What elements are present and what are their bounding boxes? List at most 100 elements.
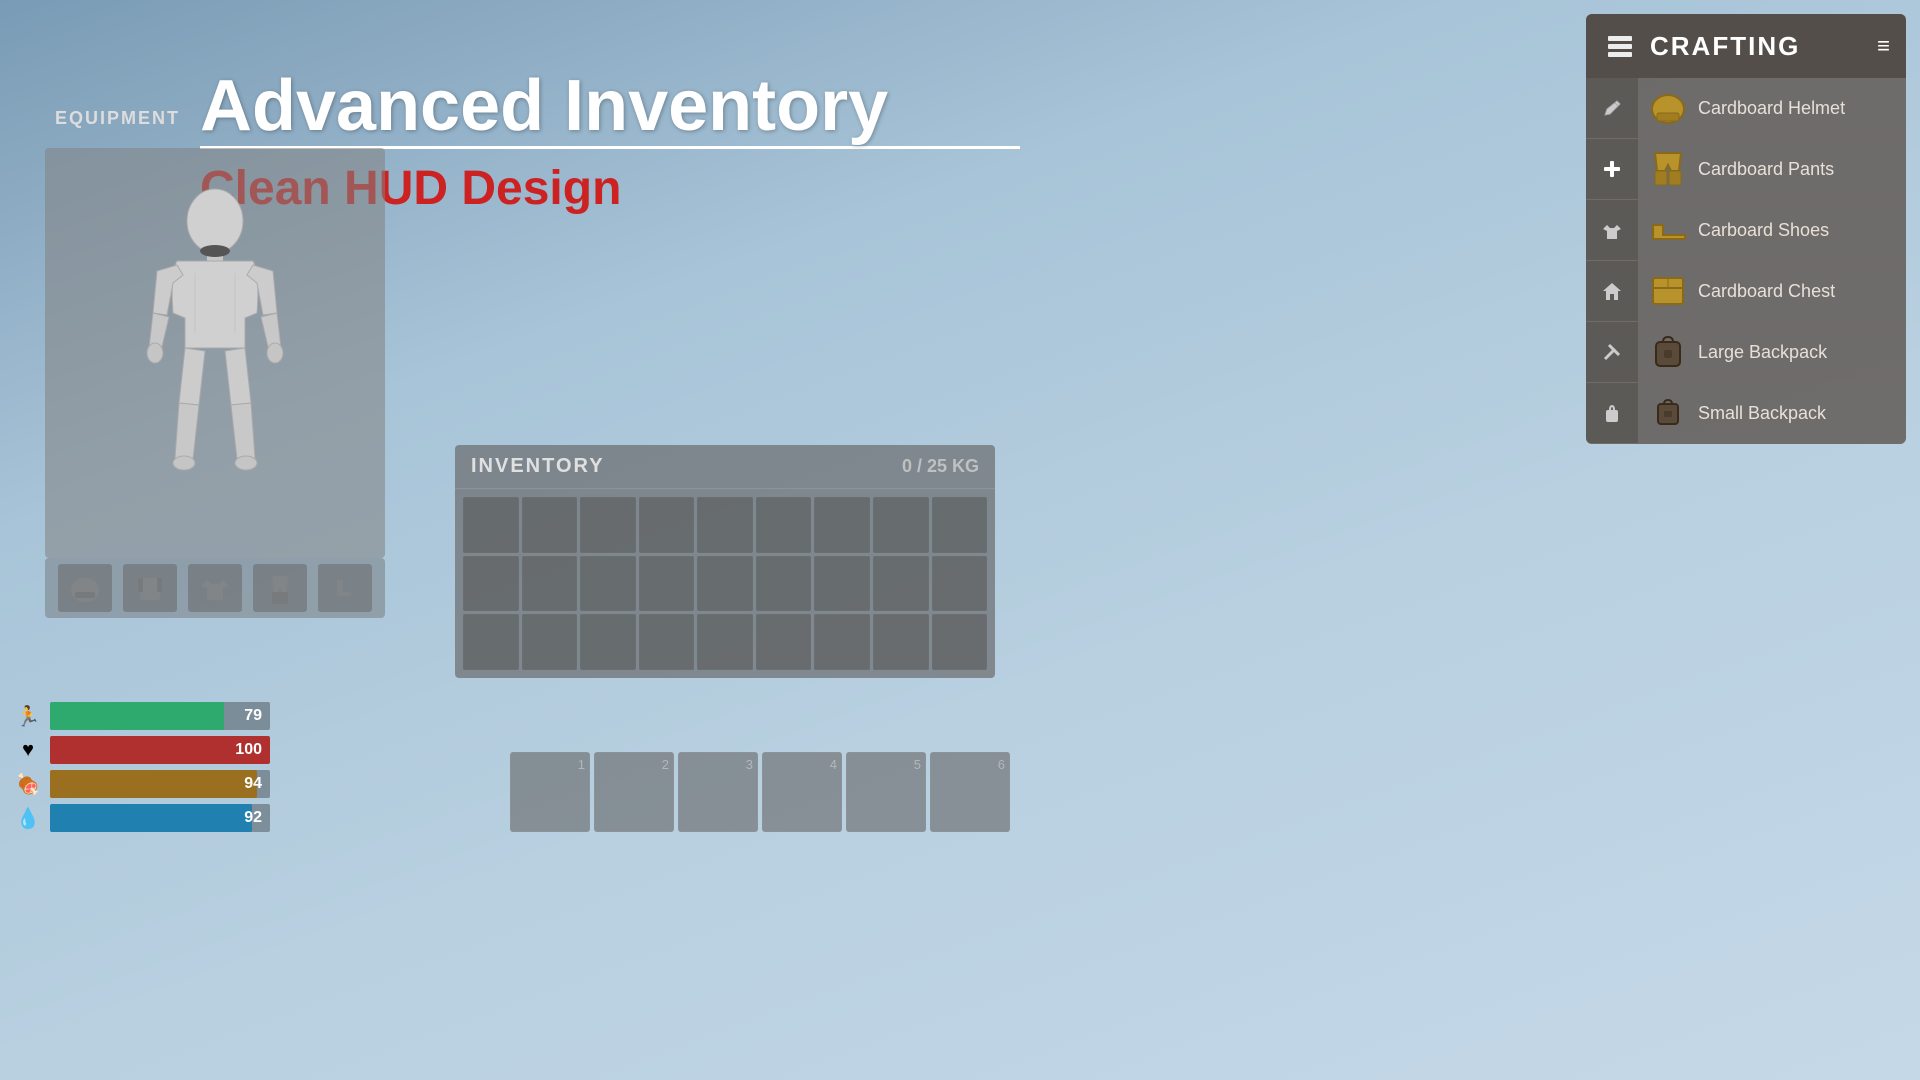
crafting-header-left: CRAFTING	[1602, 28, 1800, 64]
inventory-weight: 0 / 25 KG	[902, 456, 979, 477]
inventory-cell[interactable]	[639, 556, 695, 612]
inventory-cell[interactable]	[463, 614, 519, 670]
crafting-item-shoes[interactable]: Carboard Shoes	[1586, 200, 1906, 261]
inventory-cell[interactable]	[697, 497, 753, 553]
crafting-item-name-large-backpack: Large Backpack	[1698, 342, 1827, 363]
crafting-thumb-pants	[1646, 147, 1690, 191]
hotbar-slot-4[interactable]: 4	[762, 752, 842, 832]
inventory-cell[interactable]	[522, 497, 578, 553]
inventory-cell[interactable]	[932, 556, 988, 612]
crafting-sidebar-icon-small-backpack	[1586, 383, 1638, 443]
equip-slot-head[interactable]	[58, 564, 112, 612]
equip-slot-legs[interactable]	[253, 564, 307, 612]
inventory-cell[interactable]	[814, 614, 870, 670]
stamina-fill	[50, 702, 224, 730]
crafting-layers-icon	[1602, 28, 1638, 64]
hotbar-slot-5[interactable]: 5	[846, 752, 926, 832]
hotbar-num-3: 3	[746, 757, 753, 772]
inventory-cell[interactable]	[873, 556, 929, 612]
inventory-cell[interactable]	[697, 556, 753, 612]
inventory-cell[interactable]	[639, 497, 695, 553]
inventory-cell[interactable]	[463, 497, 519, 553]
inventory-cell[interactable]	[756, 497, 812, 553]
inventory-cell[interactable]	[463, 556, 519, 612]
crafting-list: Cardboard Helmet Cardboard Pants Carboar…	[1586, 78, 1906, 444]
crafting-item-name-shoes: Carboard Shoes	[1698, 220, 1829, 241]
stamina-value: 79	[244, 707, 262, 725]
equip-slot-chest[interactable]	[123, 564, 177, 612]
crafting-sidebar-icon-large-backpack	[1586, 322, 1638, 382]
thirst-icon: 💧	[14, 804, 42, 832]
crafting-item-pants[interactable]: Cardboard Pants	[1586, 139, 1906, 200]
crafting-item-small-backpack[interactable]: Small Backpack	[1586, 383, 1906, 444]
inventory-cell[interactable]	[756, 614, 812, 670]
inventory-cell[interactable]	[639, 614, 695, 670]
hotbar-slot-6[interactable]: 6	[930, 752, 1010, 832]
crafting-item-helmet[interactable]: Cardboard Helmet	[1586, 78, 1906, 139]
crafting-menu-button[interactable]: ≡	[1877, 33, 1890, 59]
stat-row-stamina: 🏃 79	[14, 702, 270, 730]
inventory-header: INVENTORY 0 / 25 KG	[455, 445, 995, 489]
crafting-thumb-chest	[1646, 269, 1690, 313]
inventory-cell[interactable]	[873, 614, 929, 670]
inventory-cell[interactable]	[580, 614, 636, 670]
inventory-title: INVENTORY	[471, 455, 605, 478]
inventory-grid	[455, 489, 995, 678]
equip-slot-boots[interactable]	[318, 564, 372, 612]
hotbar-slot-3[interactable]: 3	[678, 752, 758, 832]
stamina-bar: 79	[50, 702, 270, 730]
character-model	[105, 183, 325, 523]
crafting-sidebar-icon-helmet	[1586, 78, 1638, 138]
hotbar-num-5: 5	[914, 757, 921, 772]
equip-slot-shirt[interactable]	[188, 564, 242, 612]
stamina-icon: 🏃	[14, 702, 42, 730]
inventory-cell[interactable]	[814, 497, 870, 553]
inventory-cell[interactable]	[522, 556, 578, 612]
hotbar-slot-2[interactable]: 2	[594, 752, 674, 832]
hunger-icon: 🍖	[14, 770, 42, 798]
inventory-cell[interactable]	[580, 556, 636, 612]
crafting-thumb-large-backpack	[1646, 330, 1690, 374]
crafting-item-name-helmet: Cardboard Helmet	[1698, 98, 1845, 119]
stat-row-thirst: 💧 92	[14, 804, 270, 832]
hotbar-num-1: 1	[578, 757, 585, 772]
hotbar-num-2: 2	[662, 757, 669, 772]
crafting-sidebar-icon-shoes	[1586, 200, 1638, 260]
health-icon: ♥	[14, 736, 42, 764]
inventory-cell[interactable]	[580, 497, 636, 553]
hunger-fill	[50, 770, 257, 798]
inventory-cell[interactable]	[873, 497, 929, 553]
crafting-item-large-backpack[interactable]: Large Backpack	[1586, 322, 1906, 383]
thirst-bar: 92	[50, 804, 270, 832]
inventory-cell[interactable]	[697, 614, 753, 670]
crafting-header: CRAFTING ≡	[1586, 14, 1906, 78]
inventory-cell[interactable]	[932, 497, 988, 553]
hotbar: 1 2 3 4 5 6	[510, 752, 1010, 832]
equipment-label: EQUIPMENT	[55, 108, 180, 129]
crafting-item-name-small-backpack: Small Backpack	[1698, 403, 1826, 424]
inventory-cell[interactable]	[756, 556, 812, 612]
crafting-thumb-shoes	[1646, 208, 1690, 252]
hotbar-num-4: 4	[830, 757, 837, 772]
hunger-bar: 94	[50, 770, 270, 798]
hotbar-num-6: 6	[998, 757, 1005, 772]
inventory-cell[interactable]	[814, 556, 870, 612]
stat-row-health: ♥ 100	[14, 736, 270, 764]
thirst-value: 92	[244, 809, 262, 827]
crafting-item-name-chest: Cardboard Chest	[1698, 281, 1835, 302]
inventory-cell[interactable]	[522, 614, 578, 670]
health-value: 100	[235, 741, 262, 759]
stats-panel: 🏃 79 ♥ 100 🍖 94 💧 92	[14, 702, 270, 832]
hotbar-slot-1[interactable]: 1	[510, 752, 590, 832]
crafting-panel: CRAFTING ≡ Cardboard Helmet Cardboard Pa…	[1586, 14, 1906, 444]
crafting-thumb-small-backpack	[1646, 391, 1690, 435]
crafting-item-chest[interactable]: Cardboard Chest	[1586, 261, 1906, 322]
equipment-slots	[45, 558, 385, 618]
health-bar: 100	[50, 736, 270, 764]
crafting-title: CRAFTING	[1650, 31, 1800, 62]
main-title: Advanced Inventory	[200, 70, 1020, 142]
crafting-sidebar-icon-chest	[1586, 261, 1638, 321]
crafting-thumb-helmet	[1646, 86, 1690, 130]
thirst-fill	[50, 804, 252, 832]
inventory-cell[interactable]	[932, 614, 988, 670]
